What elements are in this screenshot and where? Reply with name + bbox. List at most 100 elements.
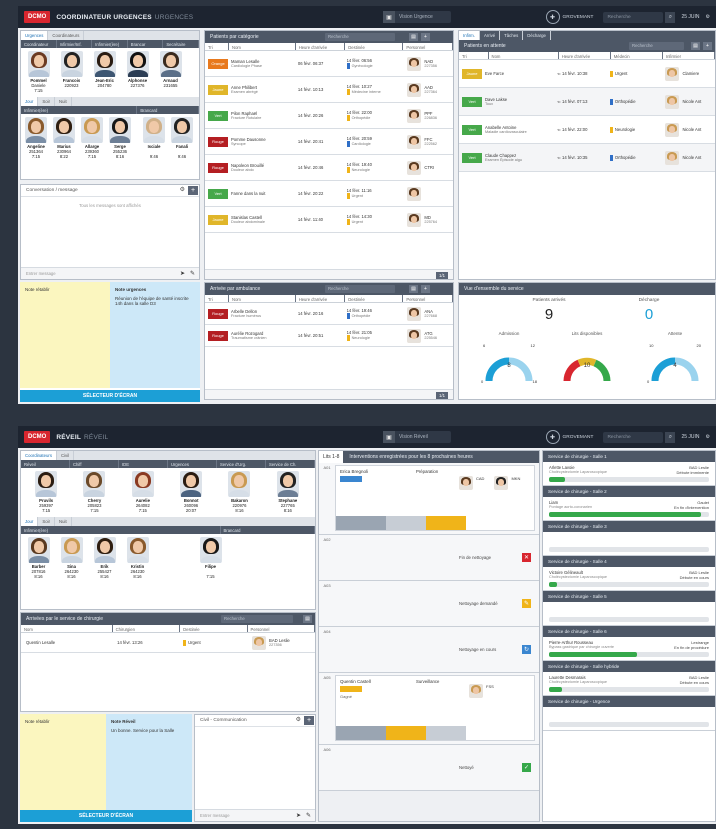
- search-input[interactable]: Recherche: [603, 431, 664, 443]
- staff-card[interactable]: Aurelie 264082 7:15: [127, 470, 158, 513]
- staff-card[interactable]: Arnaud 231655: [155, 50, 186, 93]
- operating-room[interactable]: Service de chirurgie - Salle 1 Arlette L…: [543, 451, 715, 486]
- ward-bed[interactable]: A04 Nettoyage en cours ↻: [319, 627, 539, 673]
- tab-coordinateurs[interactable]: Coordinateurs: [21, 451, 57, 460]
- surgery-search[interactable]: Recherche: [221, 615, 293, 623]
- staff-card[interactable]: Barber 207816 8:16: [23, 536, 54, 579]
- tab-taches[interactable]: Tâches: [500, 31, 524, 40]
- staff-card[interactable]: Serge 255236 8:16: [107, 116, 133, 159]
- print-icon[interactable]: ▤: [303, 615, 312, 623]
- search-input[interactable]: Recherche: [603, 11, 664, 23]
- status-icon[interactable]: ↻: [522, 645, 531, 654]
- add-button[interactable]: +: [304, 716, 314, 725]
- staff-card[interactable]: Bonnot 260096 20:07: [176, 470, 207, 513]
- tab-soir[interactable]: Soir: [38, 517, 56, 526]
- send-icon[interactable]: ➤: [296, 812, 301, 819]
- tab-nuit[interactable]: Nuit: [55, 97, 72, 106]
- note-blue[interactable]: Note urgences Réunion de l'équipe de sant…: [110, 282, 200, 388]
- add-icon[interactable]: +: [421, 33, 430, 41]
- print-icon[interactable]: ▤: [409, 285, 418, 293]
- status-icon[interactable]: ✎: [522, 599, 531, 608]
- tab-soir[interactable]: Soir: [38, 97, 56, 106]
- staff-card[interactable]: Isciale 9:46: [141, 116, 167, 159]
- operating-room[interactable]: Service de chirurgie - Salle 5: [543, 591, 715, 626]
- tab-urgences[interactable]: Urgences: [21, 31, 49, 40]
- table-row[interactable]: Jaune Eve Farce ⇐ 14 févr. 10:38 Urgent …: [459, 60, 715, 88]
- staff-card[interactable]: Allarge 239360 7:15: [79, 116, 105, 159]
- print-icon[interactable]: ▤: [691, 42, 700, 50]
- attach-icon[interactable]: ✎: [190, 270, 195, 277]
- staff-card[interactable]: Fanali 9:46: [169, 116, 195, 159]
- table-row[interactable]: Rouge Aurélie Rozogard Traumatisme crânie…: [205, 325, 453, 347]
- ward-bed[interactable]: A03 Nettoyage demandé ✎: [319, 581, 539, 627]
- staff-card[interactable]: Angeline 251364 7:15: [23, 116, 49, 159]
- staff-card[interactable]: Cherry 205823 7:15: [79, 470, 110, 513]
- tab-jour[interactable]: Jour: [21, 517, 39, 526]
- patient-card[interactable]: Quentin Castell Gagné Surveillance FSS: [335, 675, 535, 741]
- tab-nuit[interactable]: Nuit: [55, 517, 72, 526]
- operating-room[interactable]: Service de chirurgie - Salle hybride Lau…: [543, 661, 715, 696]
- note-blue[interactable]: Note Réveil Un bonne. Service pour la Sal…: [106, 714, 192, 810]
- table-row[interactable]: Rouge Pomme Dausonne Syncope 14 févr. 20:…: [205, 129, 453, 155]
- pager[interactable]: 1/1: [436, 392, 448, 399]
- screen-selector-button[interactable]: SÉLECTEUR D'ÉCRAN: [20, 390, 200, 402]
- ward-bed[interactable]: A05 Quentin Castell Gagné Surveillance F…: [319, 673, 539, 745]
- gear-icon[interactable]: ⚙: [296, 716, 301, 723]
- send-icon[interactable]: ➤: [180, 270, 185, 277]
- staff-card[interactable]: Francois 220923: [56, 50, 87, 93]
- user-menu[interactable]: GROVEMANT: [563, 435, 594, 440]
- staff-card[interactable]: Jean-Eric 204780: [89, 50, 120, 93]
- print-icon[interactable]: ▤: [409, 33, 418, 41]
- staff-card[interactable]: Marius 230964 8:22: [51, 116, 77, 159]
- operating-room[interactable]: Service de chirurgie - Salle 3: [543, 521, 715, 556]
- staff-card[interactable]: Bakaron 220976 8:16: [224, 470, 255, 513]
- attach-icon[interactable]: ✎: [306, 812, 311, 819]
- table-row[interactable]: Orange Maman Lesalle Cardiologie Phase 06…: [205, 51, 453, 77]
- table-row[interactable]: Vert Claude Chappez Examen Épisode aigu ⇐…: [459, 144, 715, 172]
- table-row[interactable]: Rouge Napoleon Brouillé Douleur abdo 14 f…: [205, 155, 453, 181]
- patient-card[interactable]: Erica Bregnoli Préparation CAD MKN: [335, 465, 535, 531]
- ambulance-search[interactable]: Recherche: [325, 285, 395, 293]
- search-icon[interactable]: ⌕: [665, 431, 676, 443]
- staff-card[interactable]: Alphonse 227376: [122, 50, 153, 93]
- settings-icon[interactable]: ⚙: [706, 434, 710, 440]
- staff-card[interactable]: Stephane 227765 8:16: [272, 470, 303, 513]
- operating-room[interactable]: Service de chirurgie - Urgence: [543, 696, 715, 731]
- add-button[interactable]: +: [188, 186, 198, 195]
- operating-room[interactable]: Service de chirurgie - Salle 4 Victoire …: [543, 556, 715, 591]
- add-icon[interactable]: +: [703, 42, 712, 50]
- waiting-search[interactable]: Recherche: [629, 42, 684, 50]
- note-yellow[interactable]: Note rétablir: [20, 714, 106, 810]
- staff-card[interactable]: Sina 264230 8:16: [56, 536, 87, 579]
- table-row[interactable]: Vert Fanne dans la nuit 14 févr. 20:22 1…: [205, 181, 453, 207]
- table-row[interactable]: Jaune Anne Philibert Examen abrégé 14 fév…: [205, 77, 453, 103]
- user-menu[interactable]: GROVEMANT: [563, 15, 594, 20]
- ward-bed[interactable]: A01 Erica Bregnoli Préparation CAD MKN: [319, 463, 539, 535]
- staff-card[interactable]: Erik 255427 8:16: [89, 536, 120, 579]
- table-row[interactable]: Rouge Arbelle Dellon Fracture humérus 14 …: [205, 303, 453, 325]
- view-selector[interactable]: ▣ Vision Réveil: [383, 431, 451, 443]
- note-yellow[interactable]: Note rétablir: [20, 282, 110, 388]
- tab-decharge[interactable]: Décharge: [523, 31, 551, 40]
- tab-civil[interactable]: Civil: [57, 451, 75, 460]
- tab-infirm[interactable]: Infirm.: [459, 31, 480, 40]
- view-selector[interactable]: ▣ Vision Urgence: [383, 11, 451, 23]
- tab-coordinateurs[interactable]: Coordinateurs: [48, 31, 85, 40]
- staff-card[interactable]: Kristin 264230 8:16: [122, 536, 153, 579]
- message-input[interactable]: Entrer message ➤ ✎: [195, 809, 315, 821]
- table-row[interactable]: Vert Anabelle Antoine Maladie cardiovascu…: [459, 116, 715, 144]
- table-row[interactable]: Jaune Stanislas Castell Douleur abdominal…: [205, 207, 453, 233]
- triage-search[interactable]: Recherche: [325, 33, 395, 41]
- settings-icon[interactable]: ⚙: [706, 14, 710, 20]
- status-icon[interactable]: ✕: [522, 553, 531, 562]
- search-icon[interactable]: ⌕: [665, 11, 676, 23]
- gear-icon[interactable]: ⚙: [180, 186, 185, 193]
- message-input[interactable]: Entrer message ➤ ✎: [21, 267, 199, 279]
- tab-jour[interactable]: Jour: [21, 97, 39, 106]
- staff-card[interactable]: Pommel Daniele 7:15: [23, 50, 54, 93]
- staff-card[interactable]: Pruvils 259397 7:15: [31, 470, 62, 513]
- add-icon[interactable]: +: [421, 285, 430, 293]
- tab-arrive[interactable]: Arrivé: [480, 31, 501, 40]
- operating-room[interactable]: Service de chirurgie - Salle 2 Liam Pont…: [543, 486, 715, 521]
- pager[interactable]: 1/1: [436, 272, 448, 279]
